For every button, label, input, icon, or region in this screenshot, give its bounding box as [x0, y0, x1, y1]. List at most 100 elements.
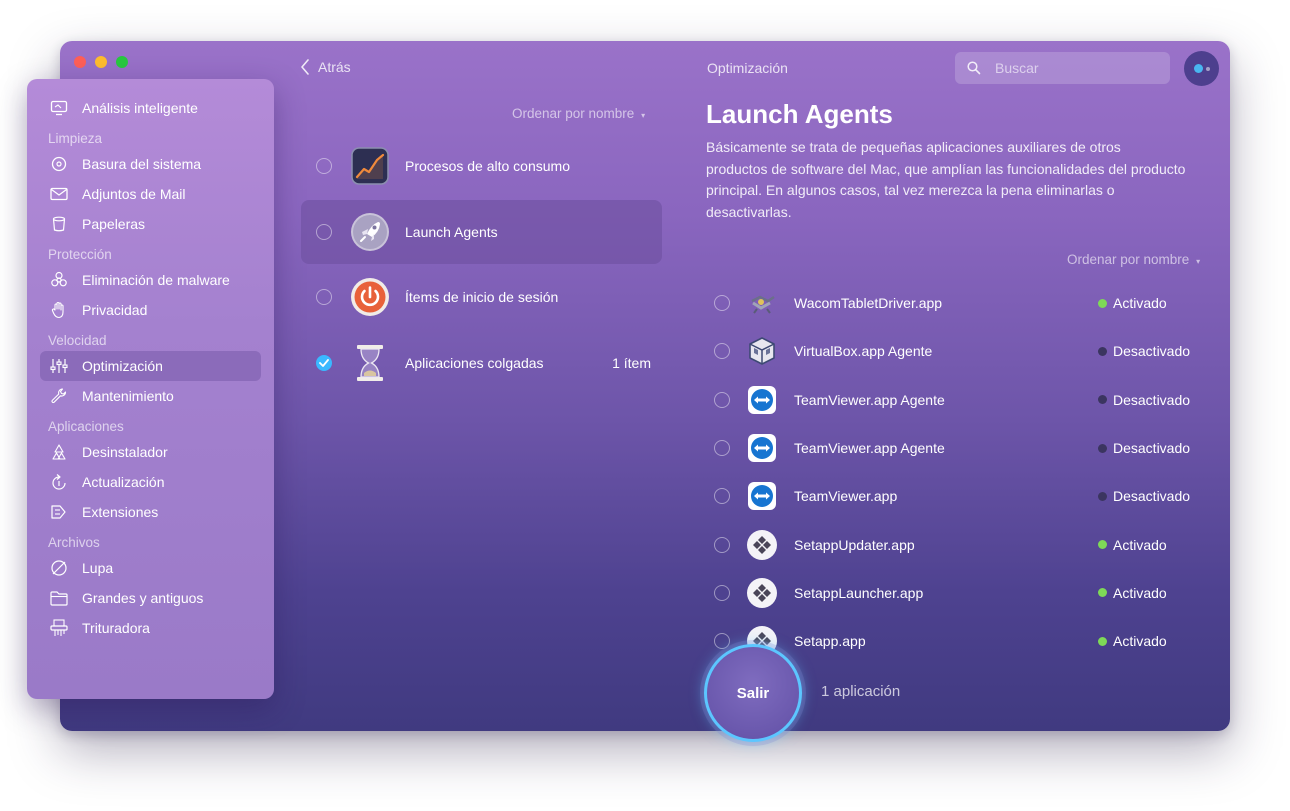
caret-down-icon: ▾: [641, 111, 646, 120]
mail-icon: [49, 184, 69, 204]
assistant-avatar-button[interactable]: [1184, 51, 1219, 86]
sidebar: Análisis inteligente Limpieza Basura del…: [27, 79, 274, 699]
sidebar-item-label: Análisis inteligente: [82, 100, 198, 116]
item-checkbox[interactable]: [714, 440, 730, 457]
sort-label: Ordenar por nombre: [512, 106, 635, 121]
checkmark-icon: [319, 358, 329, 367]
list-item[interactable]: Procesos de alto consumo: [301, 134, 662, 198]
apps-icon: [49, 442, 69, 462]
zoom-window-button[interactable]: [116, 56, 128, 68]
list-item-label: Procesos de alto consumo: [405, 158, 570, 174]
back-label: Atrás: [318, 59, 351, 75]
sidebar-item-label: Privacidad: [82, 302, 148, 318]
detail-title: Launch Agents: [706, 99, 893, 129]
status-label: Desactivado: [1113, 391, 1191, 408]
sidebar-item-shredder[interactable]: Trituradora: [27, 613, 274, 643]
minimize-window-button[interactable]: [95, 56, 107, 68]
hourglass-icon: [350, 343, 390, 383]
search-placeholder: Buscar: [995, 60, 1039, 76]
optimization-category-list: Procesos de alto consumo Launch Agents Í…: [301, 134, 662, 396]
quit-button[interactable]: Salir: [704, 644, 802, 742]
agent-name: TeamViewer.app Agente: [794, 391, 945, 408]
activity-chart-icon: [350, 146, 390, 186]
sidebar-section-title: Protección: [48, 247, 112, 262]
status-badge: Activado: [1098, 295, 1167, 311]
sidebar-item-system-junk[interactable]: Basura del sistema: [27, 149, 274, 179]
back-button[interactable]: Atrás: [300, 59, 351, 75]
item-checkbox[interactable]: [316, 158, 332, 174]
sidebar-section-title: Velocidad: [48, 333, 107, 348]
status-dot: [1098, 395, 1107, 405]
sidebar-item-maintenance[interactable]: Mantenimiento: [27, 381, 274, 411]
search-icon: [967, 61, 981, 75]
avatar-dot-small: [1205, 66, 1210, 71]
middle-sort-dropdown[interactable]: Ordenar por nombre ▾: [512, 106, 645, 121]
item-checkbox[interactable]: [714, 488, 730, 505]
chevron-left-icon: [301, 59, 309, 75]
monitor-icon: [49, 98, 69, 118]
detail-sort-dropdown[interactable]: Ordenar por nombre ▾: [1067, 252, 1200, 267]
sidebar-item-smart-scan[interactable]: Análisis inteligente: [27, 93, 274, 123]
sidebar-item-space-lens[interactable]: Lupa: [27, 553, 274, 583]
list-item[interactable]: Aplicaciones colgadas 1 ítem: [301, 331, 662, 395]
table-row[interactable]: SetappLauncher.app Activado: [706, 569, 1204, 617]
sidebar-item-updater[interactable]: Actualización: [27, 467, 274, 497]
item-checkbox[interactable]: [316, 354, 332, 371]
list-item[interactable]: Launch Agents: [301, 199, 662, 264]
agent-name: TeamViewer.app: [794, 488, 898, 505]
item-checkbox[interactable]: [714, 391, 730, 408]
list-item-label: Launch Agents: [405, 223, 498, 240]
table-row[interactable]: VirtualBox.app Agente Desactivado: [706, 327, 1204, 375]
status-dot: [1098, 588, 1107, 598]
sidebar-item-label: Actualización: [82, 474, 165, 490]
sidebar-item-label: Extensiones: [82, 504, 159, 520]
sidebar-item-optimization[interactable]: Optimización: [40, 351, 261, 381]
list-item-label: Aplicaciones colgadas: [405, 354, 544, 371]
status-dot: [1098, 298, 1107, 308]
header-title: Optimización: [707, 60, 788, 76]
table-row[interactable]: SetappUpdater.app Activado: [706, 520, 1204, 568]
table-row[interactable]: TeamViewer.app Agente Desactivado: [706, 376, 1204, 424]
status-dot: [1098, 491, 1107, 501]
agent-name: WacomTabletDriver.app: [794, 295, 943, 312]
sidebar-item-uninstaller[interactable]: Desinstalador: [27, 437, 274, 467]
list-item[interactable]: Ítems de inicio de sesión: [301, 265, 662, 329]
sidebar-item-mail-attachments[interactable]: Adjuntos de Mail: [27, 179, 274, 209]
item-checkbox[interactable]: [714, 536, 730, 553]
agent-name: VirtualBox.app Agente: [794, 343, 933, 360]
item-checkbox[interactable]: [714, 343, 730, 360]
biohazard-icon: [49, 270, 69, 290]
table-row[interactable]: WacomTabletDriver.app Activado: [706, 279, 1204, 327]
status-label: Desactivado: [1113, 343, 1191, 360]
item-checkbox[interactable]: [714, 295, 730, 312]
power-icon: [350, 277, 390, 317]
sidebar-item-label: Adjuntos de Mail: [82, 186, 186, 202]
status-label: Desactivado: [1113, 440, 1191, 457]
caret-down-icon: ▾: [1196, 257, 1201, 266]
status-badge: Activado: [1098, 633, 1167, 649]
sidebar-item-label: Eliminación de malware: [82, 272, 230, 288]
setapp-icon: [746, 529, 778, 561]
teamviewer-icon: [746, 480, 778, 512]
close-window-button[interactable]: [74, 56, 86, 68]
table-row[interactable]: TeamViewer.app Agente Desactivado: [706, 424, 1204, 472]
item-checkbox[interactable]: [316, 223, 332, 240]
sidebar-item-trash-bins[interactable]: Papeleras: [27, 209, 274, 239]
item-checkbox[interactable]: [316, 289, 332, 305]
status-label: Activado: [1113, 633, 1167, 650]
agent-name: SetappLauncher.app: [794, 584, 924, 601]
sidebar-item-label: Basura del sistema: [82, 156, 202, 172]
extension-icon: [49, 502, 69, 522]
shredder-icon: [49, 618, 69, 638]
sidebar-item-malware-removal[interactable]: Eliminación de malware: [27, 265, 274, 295]
launch-agents-list: WacomTabletDriver.app Activado VirtualBo…: [706, 279, 1204, 665]
sidebar-item-large-old[interactable]: Grandes y antiguos: [27, 583, 274, 613]
sidebar-item-privacy[interactable]: Privacidad: [27, 295, 274, 325]
selection-count: 1 aplicación: [821, 683, 901, 700]
status-dot: [1098, 636, 1107, 646]
table-row[interactable]: TeamViewer.app Desactivado: [706, 472, 1204, 520]
sidebar-item-extensions[interactable]: Extensiones: [27, 497, 274, 527]
item-checkbox[interactable]: [714, 584, 730, 601]
status-dot: [1098, 540, 1107, 550]
search-input[interactable]: Buscar: [955, 52, 1170, 84]
